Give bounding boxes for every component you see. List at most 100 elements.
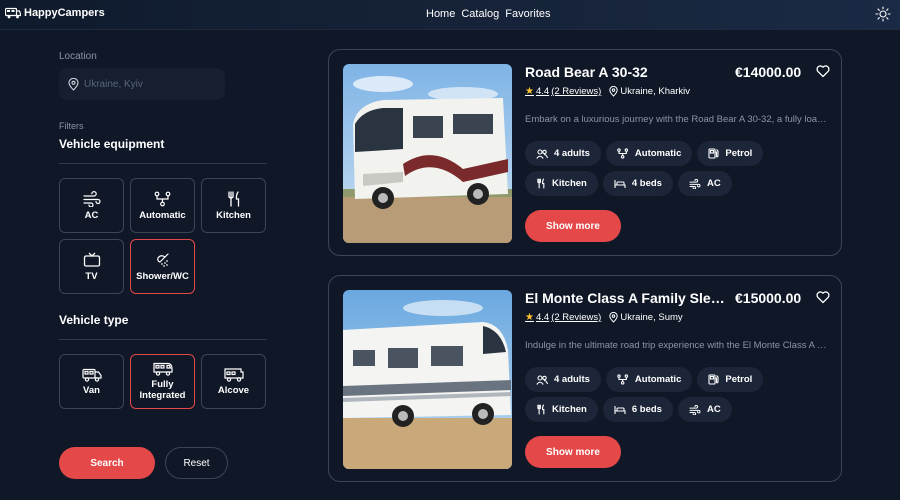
- chip-transmission: Automatic: [605, 141, 693, 166]
- chip-beds: 6 beds: [602, 397, 673, 422]
- chip-adults: 4 adults: [525, 367, 601, 392]
- feature-chips: 4 adults Automatic Petrol Kitchen 6 beds…: [525, 367, 835, 422]
- wind-icon: [689, 178, 701, 189]
- diagram-icon: [617, 148, 629, 159]
- camper-card: El Monte Class A Family Sleeper €15000.0…: [328, 275, 842, 482]
- chip-kitchen: Kitchen: [525, 171, 598, 196]
- type-fully-integrated[interactable]: Fully Integrated: [130, 354, 195, 409]
- camper-photo: [343, 64, 512, 243]
- nav-home[interactable]: Home: [426, 8, 455, 20]
- chip-label: Automatic: [634, 374, 682, 385]
- logo[interactable]: HappyCampers: [5, 7, 105, 19]
- chip-ac: AC: [677, 171, 732, 196]
- star-icon: ★: [525, 86, 534, 97]
- camper-description: Indulge in the ultimate road trip experi…: [525, 340, 830, 351]
- equipment-tv[interactable]: TV: [59, 239, 124, 294]
- fuel-icon: [708, 148, 719, 159]
- chip-kitchen: Kitchen: [525, 397, 598, 422]
- shower-icon: [155, 252, 171, 268]
- chip-label: Automatic: [634, 148, 682, 159]
- camper-meta: ★ 4.4 (2 Reviews) Ukraine, Kharkiv: [525, 86, 690, 97]
- map-pin-icon: [68, 77, 79, 91]
- map-pin-icon: [609, 312, 619, 323]
- chip-label: 6 beds: [631, 404, 662, 415]
- rating-value: 4.4: [535, 86, 550, 97]
- show-more-button[interactable]: Show more: [525, 210, 621, 242]
- chip-label: 4 adults: [554, 374, 590, 385]
- location-text: Ukraine, Sumy: [620, 312, 683, 323]
- main-nav: Home Catalog Favorites: [426, 8, 551, 20]
- type-van[interactable]: Van: [59, 354, 124, 409]
- location-input[interactable]: [84, 78, 214, 90]
- chip-engine: Petrol: [697, 141, 764, 166]
- chip-label: AC: [706, 178, 721, 189]
- equipment-label: AC: [84, 209, 99, 221]
- type-label: Alcove: [217, 384, 250, 396]
- chip-label: Petrol: [725, 374, 753, 385]
- logo-text: HappyCampers: [24, 7, 105, 19]
- search-button[interactable]: Search: [59, 447, 155, 479]
- cup-icon: [226, 190, 242, 207]
- top-header: HappyCampers Home Catalog Favorites: [0, 0, 900, 30]
- equipment-automatic[interactable]: Automatic: [130, 178, 195, 233]
- location-text: Ukraine, Kharkiv: [620, 86, 691, 97]
- wind-icon: [689, 404, 701, 415]
- alcove-icon: [223, 367, 244, 382]
- heart-icon[interactable]: [816, 64, 830, 78]
- equipment-label: Shower/WC: [136, 270, 189, 282]
- chip-label: Kitchen: [552, 178, 587, 189]
- chip-beds: 4 beds: [602, 171, 673, 196]
- rating-link[interactable]: ★ 4.4 (2 Reviews): [525, 86, 601, 97]
- equipment-shower-wc[interactable]: Shower/WC: [130, 239, 195, 294]
- users-icon: [536, 148, 548, 159]
- type-label: Van: [83, 384, 100, 396]
- show-more-button[interactable]: Show more: [525, 436, 621, 468]
- map-pin-icon: [609, 86, 619, 97]
- equipment-ac[interactable]: AC: [59, 178, 124, 233]
- bed-icon: [614, 179, 626, 189]
- camper-meta: ★ 4.4 (2 Reviews) Ukraine, Sumy: [525, 312, 683, 323]
- chip-label: Petrol: [725, 148, 753, 159]
- camper-photo: [343, 290, 512, 469]
- equipment-label: TV: [85, 270, 98, 282]
- camper-title: El Monte Class A Family Sleeper: [525, 290, 730, 306]
- chip-label: AC: [706, 404, 721, 415]
- heart-icon[interactable]: [816, 290, 830, 304]
- cup-icon: [536, 178, 546, 189]
- rating-value: 4.4: [535, 312, 550, 323]
- vehicle-type-title: Vehicle type: [59, 313, 129, 327]
- bed-icon: [614, 405, 626, 415]
- equipment-divider: [59, 163, 267, 164]
- reviews-count: (2 Reviews): [551, 86, 602, 97]
- chip-label: 4 beds: [631, 178, 662, 189]
- camper-logo-icon: [5, 7, 21, 19]
- location-label: Location: [59, 51, 97, 62]
- equipment-label: Kitchen: [216, 209, 251, 221]
- vehicle-type-grid: Van Fully Integrated Alcove: [59, 354, 266, 409]
- camper-card: Road Bear A 30-32 €14000.00 ★ 4.4 (2 Revi…: [328, 49, 842, 256]
- equipment-label: Automatic: [139, 209, 186, 221]
- reset-button[interactable]: Reset: [165, 447, 228, 479]
- type-divider: [59, 339, 267, 340]
- rating-link[interactable]: ★ 4.4 (2 Reviews): [525, 312, 601, 323]
- camper-price: €15000.00: [735, 290, 802, 306]
- camper-icon: [152, 362, 173, 376]
- equipment-kitchen[interactable]: Kitchen: [201, 178, 266, 233]
- location-field[interactable]: [59, 68, 225, 100]
- wind-icon: [82, 190, 101, 207]
- camper-title: Road Bear A 30-32: [525, 64, 648, 80]
- van-icon: [81, 368, 102, 382]
- users-icon: [536, 374, 548, 385]
- chip-label: Kitchen: [552, 404, 587, 415]
- chip-adults: 4 adults: [525, 141, 601, 166]
- camper-location: Ukraine, Sumy: [609, 312, 683, 323]
- nav-favorites[interactable]: Favorites: [505, 8, 550, 20]
- nav-catalog[interactable]: Catalog: [461, 8, 499, 20]
- fuel-icon: [708, 374, 719, 385]
- reviews-count: (2 Reviews): [551, 312, 602, 323]
- type-alcove[interactable]: Alcove: [201, 354, 266, 409]
- theme-toggle-sun-icon[interactable]: [875, 6, 891, 22]
- camper-price: €14000.00: [735, 64, 802, 80]
- chip-label: 4 adults: [554, 148, 590, 159]
- equipment-grid: AC Automatic Kitchen TV Shower/WC: [59, 178, 266, 294]
